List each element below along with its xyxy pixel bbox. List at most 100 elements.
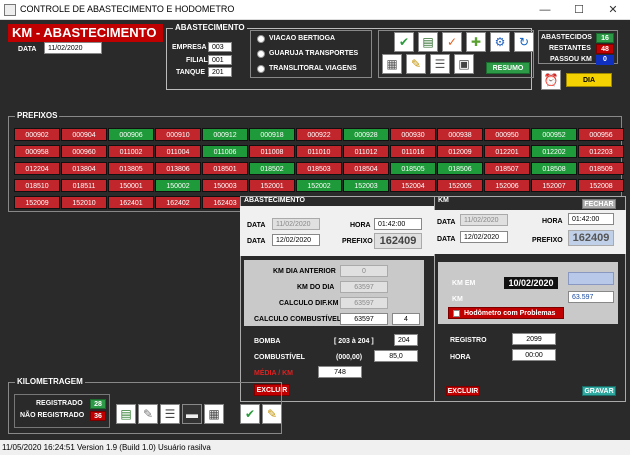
km-input[interactable]: 63.597 [568,291,614,303]
list-icon[interactable]: ☰ [430,54,450,74]
empresa-input[interactable]: 003 [208,42,232,52]
prefixo-chip-018501[interactable]: 018501 [202,162,248,175]
prefixo-chip-018510[interactable]: 018510 [14,179,60,192]
close-button[interactable]: ✕ [596,0,630,20]
prefixo-chip-152004[interactable]: 152004 [390,179,436,192]
radio-guaruja-transportes[interactable] [257,50,265,58]
prefixo-chip-018507[interactable]: 018507 [484,162,530,175]
prefixo-chip-152002[interactable]: 152002 [296,179,342,192]
prefixo-chip-152005[interactable]: 152005 [437,179,483,192]
prefixo-chip-012201[interactable]: 012201 [484,145,530,158]
refresh-icon[interactable]: ↻ [514,32,534,52]
prefixo-chip-152003[interactable]: 152003 [343,179,389,192]
prefixo-chip-013806[interactable]: 013806 [155,162,201,175]
prefixo-chip-152009[interactable]: 152009 [14,196,60,209]
prefixo-chip-000902[interactable]: 000902 [14,128,60,141]
prefixo-chip-018505[interactable]: 018505 [390,162,436,175]
prefixo-chip-162402[interactable]: 162402 [155,196,201,209]
hora2-input[interactable]: 00:00 [512,349,556,361]
gravar-button[interactable]: GRAVAR [582,386,616,396]
resumo-button[interactable]: RESUMO [486,62,530,74]
checkmark-orange-icon[interactable]: ✓ [442,32,462,52]
prefixo-chip-152001[interactable]: 152001 [249,179,295,192]
prefixo-chip-000950[interactable]: 000950 [484,128,530,141]
prefixo-chip-012202[interactable]: 012202 [531,145,577,158]
terminal-icon[interactable]: ▬ [182,404,202,424]
prefixo-chip-152007[interactable]: 152007 [531,179,577,192]
date-input[interactable]: 11/02/2020 [44,42,102,54]
prefixo-chip-000960[interactable]: 000960 [61,145,107,158]
prefixo-chip-018502[interactable]: 018502 [249,162,295,175]
prefixo-chip-018503[interactable]: 018503 [296,162,342,175]
hodometro-checkbox[interactable] [453,309,460,317]
form-icon[interactable]: ▦ [204,404,224,424]
alarm-icon[interactable]: ⏰ [541,70,561,90]
hodometro-toggle[interactable]: Hodômetro com Problemas [448,307,564,319]
prefixo-chip-000930[interactable]: 000930 [390,128,436,141]
prefixo-chip-000918[interactable]: 000918 [249,128,295,141]
km-excluir-button[interactable]: EXCLUIR [446,386,480,396]
prefixo-chip-000956[interactable]: 000956 [578,128,624,141]
dia-button[interactable]: DIA [566,73,612,87]
confirm-icon[interactable]: ✔ [240,404,260,424]
prefixo-chip-012203[interactable]: 012203 [578,145,624,158]
abast-hora-input[interactable]: 01:42:00 [374,218,422,230]
prefixo-chip-011008[interactable]: 011008 [249,145,295,158]
prefixo-chip-000952[interactable]: 000952 [531,128,577,141]
prefixo-chip-150003[interactable]: 150003 [202,179,248,192]
settings-icon[interactable]: ⚙ [490,32,510,52]
minimize-button[interactable]: — [528,0,562,20]
prefixo-chip-018511[interactable]: 018511 [61,179,107,192]
prefixo-chip-150002[interactable]: 150002 [155,179,201,192]
prefixo-chip-000912[interactable]: 000912 [202,128,248,141]
print-icon[interactable]: ▣ [454,54,474,74]
registro-input[interactable]: 2099 [512,333,556,345]
prefixo-chip-000906[interactable]: 000906 [108,128,154,141]
abast-data-input[interactable]: 12/02/2020 [272,234,320,246]
notes-icon[interactable]: ✎ [406,54,426,74]
prefixo-chip-012204[interactable]: 012204 [14,162,60,175]
add-document-icon[interactable]: ✚ [466,32,486,52]
report-list-icon[interactable]: ☰ [160,404,180,424]
fechar-button[interactable]: FECHAR [582,199,616,209]
km-data-input[interactable]: 12/02/2020 [460,231,508,243]
prefixo-chip-150001[interactable]: 150001 [108,179,154,192]
prefixo-chip-000904[interactable]: 000904 [61,128,107,141]
prefixo-chip-013805[interactable]: 013805 [108,162,154,175]
edit-icon[interactable]: ✎ [262,404,282,424]
filial-input[interactable]: 001 [208,55,232,65]
prefixo-chip-012009[interactable]: 012009 [437,145,483,158]
prefixo-chip-152010[interactable]: 152010 [61,196,107,209]
km-hora-input[interactable]: 01:42:00 [568,213,614,225]
prefixo-chip-011004[interactable]: 011004 [155,145,201,158]
notepad-icon[interactable]: ✎ [138,404,158,424]
prefixo-chip-018509[interactable]: 018509 [578,162,624,175]
prefixo-chip-152008[interactable]: 152008 [578,179,624,192]
bomba-input[interactable]: 204 [394,334,418,346]
tanque-input[interactable]: 201 [208,67,232,77]
spreadsheet-icon[interactable]: ▤ [116,404,136,424]
prefixo-chip-018508[interactable]: 018508 [531,162,577,175]
prefixo-chip-018506[interactable]: 018506 [437,162,483,175]
prefixo-chip-152006[interactable]: 152006 [484,179,530,192]
report-icon[interactable]: ▦ [382,54,402,74]
prefixo-chip-013804[interactable]: 013804 [61,162,107,175]
prefixo-chip-018504[interactable]: 018504 [343,162,389,175]
prefixo-chip-011002[interactable]: 011002 [108,145,154,158]
prefixo-chip-011010[interactable]: 011010 [296,145,342,158]
prefixo-chip-000928[interactable]: 000928 [343,128,389,141]
prefixo-chip-011006[interactable]: 011006 [202,145,248,158]
check-icon[interactable]: ✔ [394,32,414,52]
prefixo-chip-000958[interactable]: 000958 [14,145,60,158]
radio-viacao-bertioga[interactable] [257,35,265,43]
prefixo-chip-162401[interactable]: 162401 [108,196,154,209]
maximize-button[interactable]: ☐ [562,0,596,20]
prefixo-chip-011012[interactable]: 011012 [343,145,389,158]
prefixo-chip-000922[interactable]: 000922 [296,128,342,141]
document-icon[interactable]: ▤ [418,32,438,52]
combustivel-input[interactable]: 85,0 [374,350,418,362]
prefixo-chip-000910[interactable]: 000910 [155,128,201,141]
prefixo-chip-011016[interactable]: 011016 [390,145,436,158]
prefixo-chip-000938[interactable]: 000938 [437,128,483,141]
radio-translitoral-viagens[interactable] [257,65,265,73]
